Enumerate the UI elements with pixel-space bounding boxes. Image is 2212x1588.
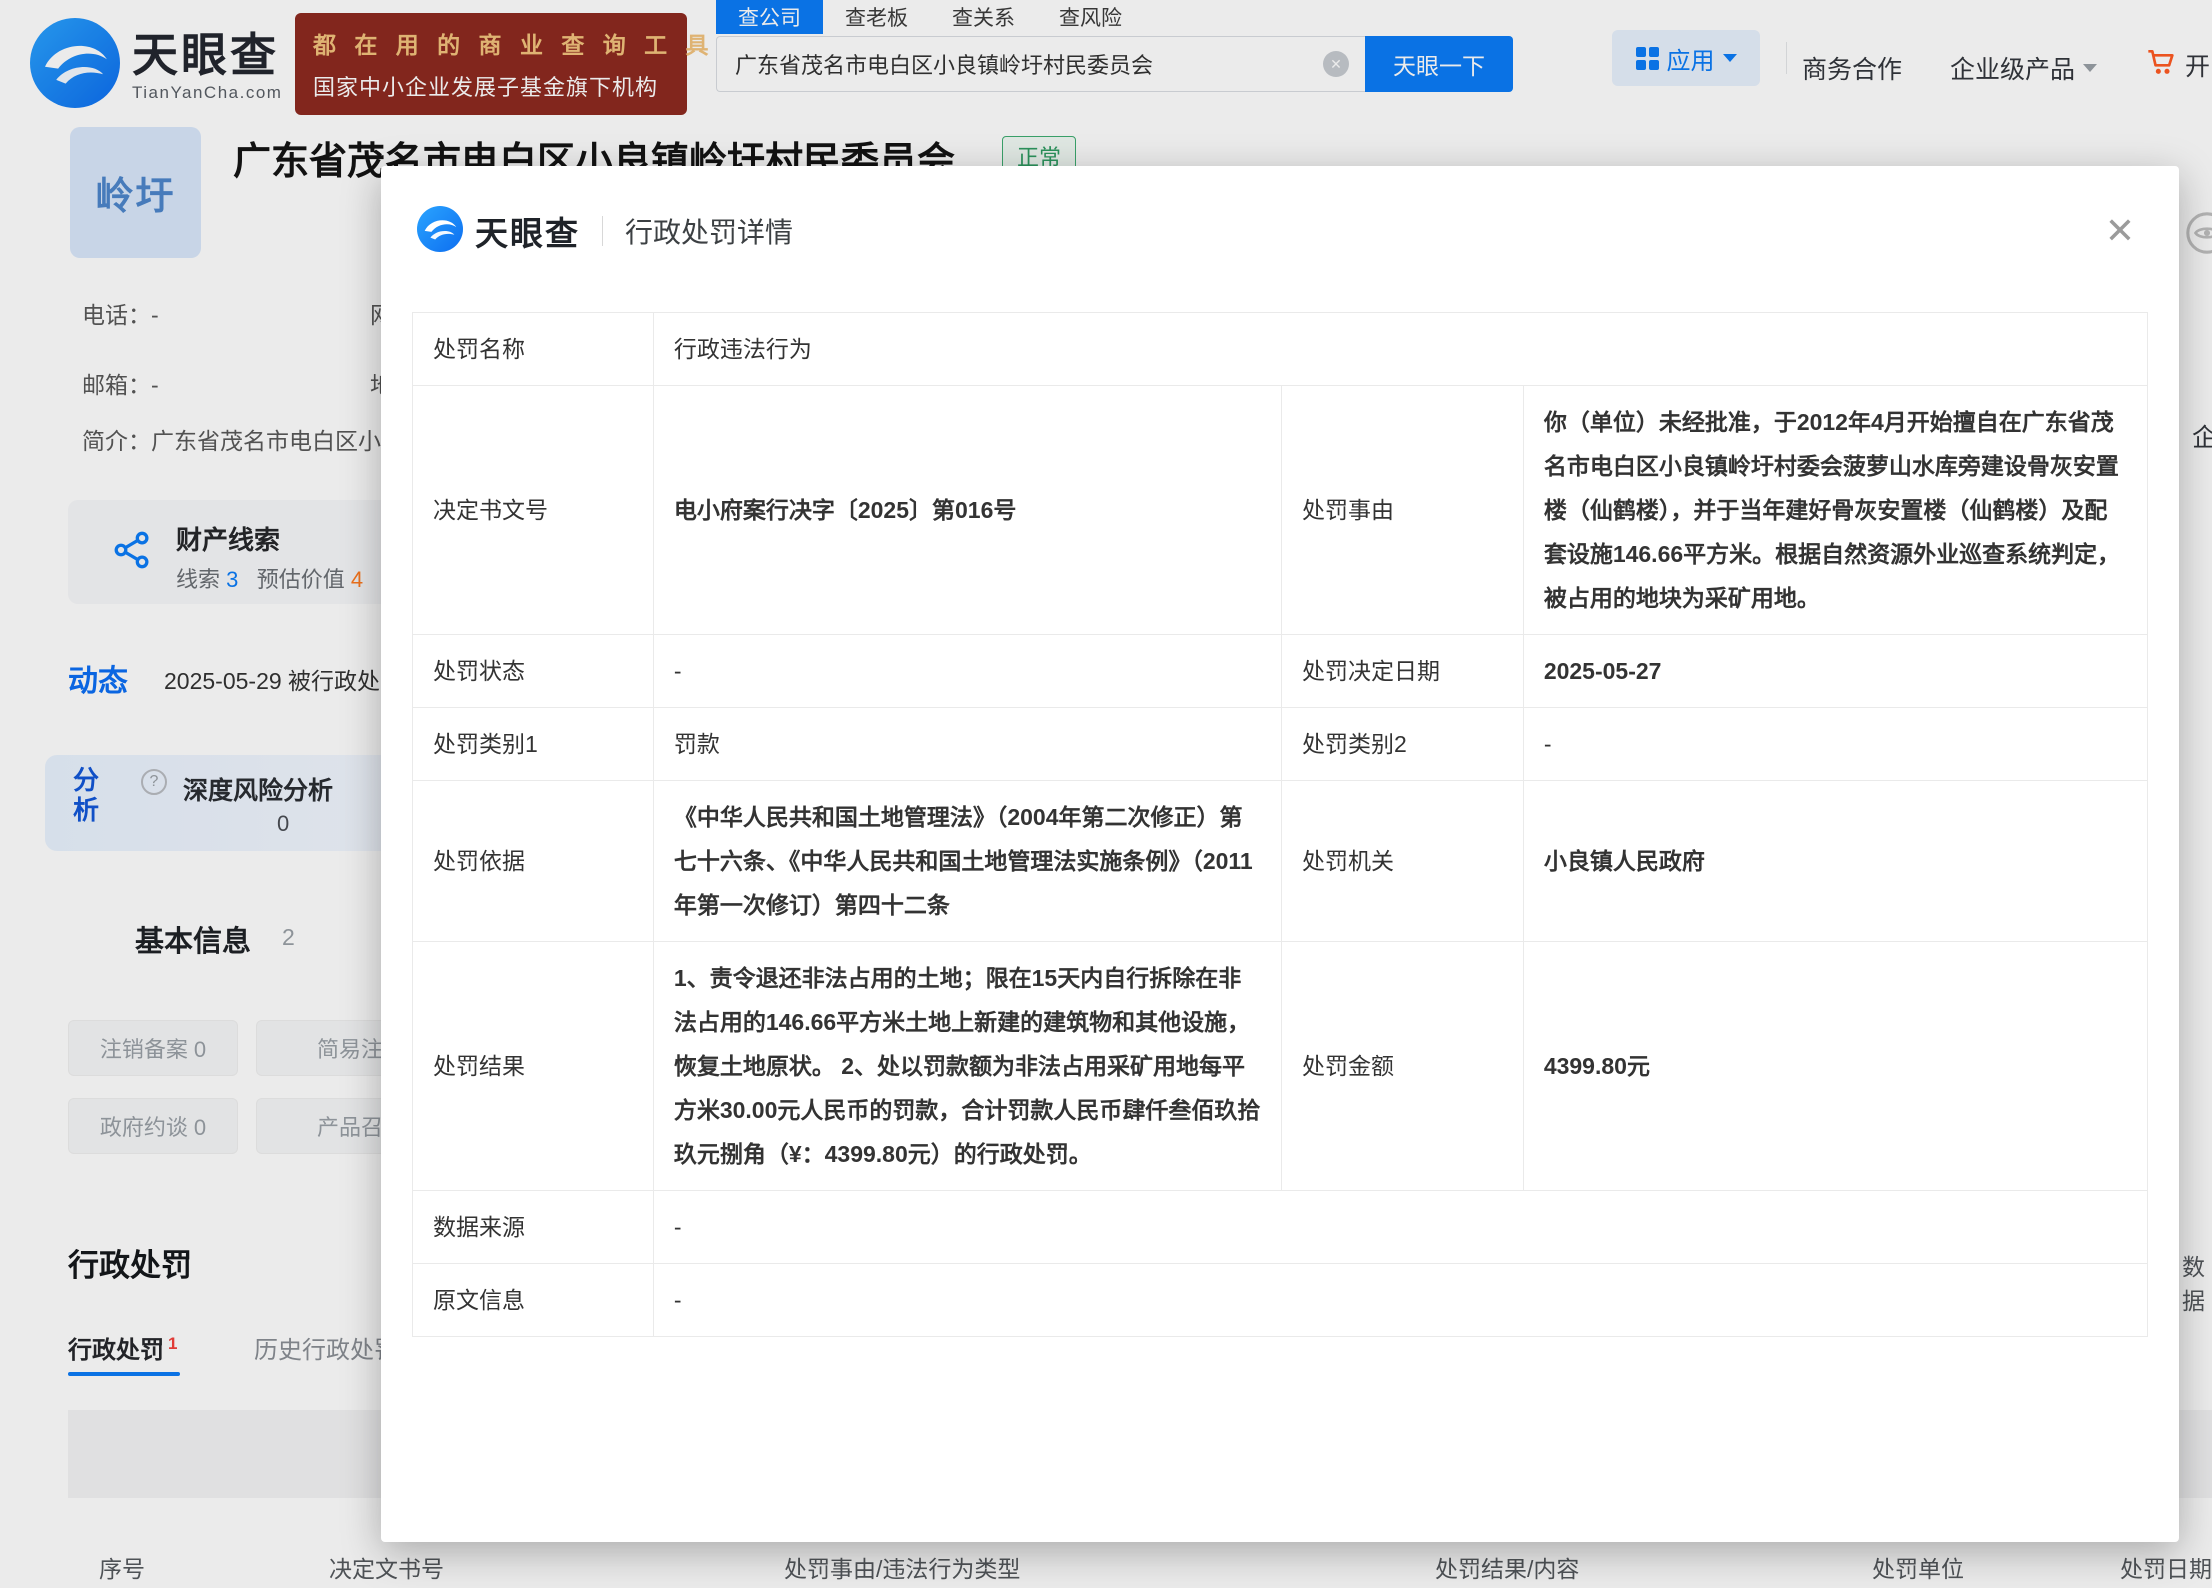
detail-value-cell: 《中华人民共和国土地管理法》（2004年第二次修正）第七十六条、《中华人民共和国… xyxy=(652,780,1282,942)
detail-value-cell: 罚款 xyxy=(652,707,1282,781)
detail-label-cell: 处罚类别1 xyxy=(412,707,654,781)
detail-label-cell: 处罚名称 xyxy=(412,312,654,386)
detail-label-cell: 决定书文号 xyxy=(412,385,654,635)
detail-value-cell: 1、责令退还非法占用的土地；限在15天内自行拆除在非法占用的146.66平方米土… xyxy=(652,941,1282,1191)
detail-label-cell: 处罚机关 xyxy=(1280,780,1524,942)
penalty-detail-table: 处罚名称 行政违法行为 决定书文号 电小府案行决字〔2025〕第016号 处罚事… xyxy=(412,312,2149,1337)
detail-label-cell: 处罚状态 xyxy=(412,634,654,708)
modal-head-divider xyxy=(602,216,603,246)
row-penalty-name: 处罚名称 行政违法行为 xyxy=(412,312,2149,386)
row-data-source: 数据来源 - xyxy=(412,1190,2149,1264)
detail-label-cell: 处罚依据 xyxy=(412,780,654,942)
row-basis-and-authority: 处罚依据 《中华人民共和国土地管理法》（2004年第二次修正）第七十六条、《中华… xyxy=(412,780,2149,942)
detail-label-cell: 处罚类别2 xyxy=(1280,707,1524,781)
detail-value-cell: 你（单位）未经批准，于2012年4月开始擅自在广东省茂名市电白区小良镇岭圩村委会… xyxy=(1522,385,2149,635)
detail-label-cell: 处罚事由 xyxy=(1280,385,1524,635)
detail-value-cell: 4399.80元 xyxy=(1522,941,2149,1191)
tianyancha-logo-icon xyxy=(417,205,463,257)
detail-label-cell: 处罚决定日期 xyxy=(1280,634,1524,708)
detail-label-cell: 数据来源 xyxy=(412,1190,654,1264)
modal-brand: 天眼查 xyxy=(475,215,580,252)
modal-title: 行政处罚详情 xyxy=(625,217,794,248)
detail-value-cell: 电小府案行决字〔2025〕第016号 xyxy=(652,385,1282,635)
row-result-and-amount: 处罚结果 1、责令退还非法占用的土地；限在15天内自行拆除在非法占用的146.6… xyxy=(412,941,2149,1191)
detail-value-cell: - xyxy=(652,634,1282,708)
detail-label-cell: 处罚结果 xyxy=(412,941,654,1191)
detail-value-cell: 小良镇人民政府 xyxy=(1522,780,2149,942)
row-status-and-date: 处罚状态 - 处罚决定日期 2025-05-27 xyxy=(412,634,2149,708)
detail-value-cell: 2025-05-27 xyxy=(1522,634,2149,708)
detail-value-cell: - xyxy=(652,1190,2149,1264)
row-original-info: 原文信息 - xyxy=(412,1263,2149,1337)
detail-label-cell: 原文信息 xyxy=(412,1263,654,1337)
row-category: 处罚类别1 罚款 处罚类别2 - xyxy=(412,707,2149,781)
detail-value-cell: 行政违法行为 xyxy=(652,312,2149,386)
modal-header: 天眼查 行政处罚详情 ✕ xyxy=(381,166,2179,286)
detail-value-cell: - xyxy=(652,1263,2149,1337)
detail-value-cell: - xyxy=(1522,707,2149,781)
detail-label-cell: 处罚金额 xyxy=(1280,941,1524,1191)
close-icon[interactable]: ✕ xyxy=(2105,213,2135,249)
row-doc-no-and-reason: 决定书文号 电小府案行决字〔2025〕第016号 处罚事由 你（单位）未经批准，… xyxy=(412,385,2149,635)
penalty-detail-modal: 天眼查 行政处罚详情 ✕ 处罚名称 行政违法行为 决定书文号 电小府案行决字〔2… xyxy=(381,166,2179,1542)
